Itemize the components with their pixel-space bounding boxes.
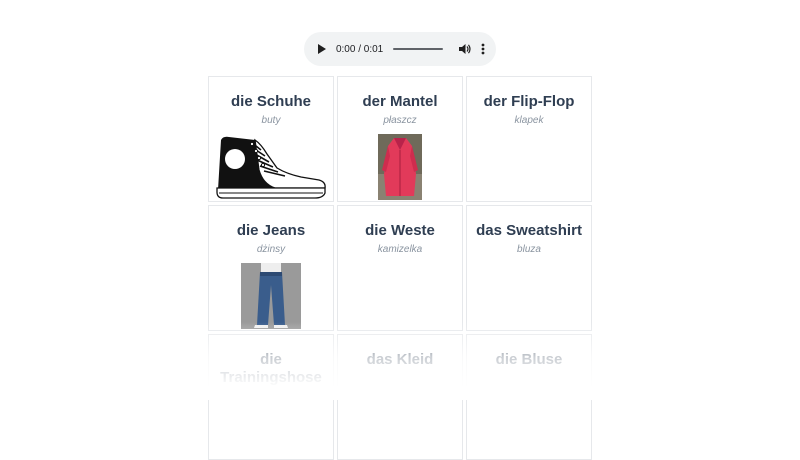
more-vert-icon[interactable]	[480, 43, 486, 55]
play-icon[interactable]	[316, 43, 328, 55]
vocab-translation: dżinsy	[256, 244, 286, 255]
vocabulary-grid: die Schuhe buty der Mantel płaszcz der F…	[208, 76, 592, 460]
vocab-card-mantel[interactable]: der Mantel płaszcz	[337, 76, 463, 202]
vocab-word: die Trainingshose	[220, 351, 322, 386]
vocab-word: die Schuhe	[230, 93, 312, 110]
vocab-translation: kamizelka	[377, 244, 423, 255]
coat-photo	[378, 134, 422, 200]
vocab-word: der Flip-Flop	[483, 93, 575, 110]
volume-icon[interactable]	[459, 43, 471, 55]
vocab-card-schuhe[interactable]: die Schuhe buty	[208, 76, 334, 202]
vocab-translation: klapek	[514, 115, 544, 126]
audio-progress-bar[interactable]	[393, 48, 444, 50]
vocab-card-trainingshose[interactable]: die Trainingshose	[208, 334, 334, 460]
vocab-translation: bluza	[517, 244, 541, 255]
vocab-translation: płaszcz	[383, 115, 417, 126]
vocab-word: die Bluse	[495, 351, 563, 368]
vocab-card-jeans[interactable]: die Jeans dżinsy	[208, 205, 334, 331]
vocab-translation: buty	[261, 115, 281, 126]
vocab-word: der Mantel	[362, 93, 438, 110]
vocab-card-kleid[interactable]: das Kleid	[337, 334, 463, 460]
vocab-word: die Jeans	[236, 222, 306, 239]
jeans-photo	[241, 263, 301, 329]
vocab-card-flip-flop[interactable]: der Flip-Flop klapek	[466, 76, 592, 202]
audio-time: 0:00 / 0:01	[335, 43, 384, 55]
sneaker-image	[216, 136, 326, 199]
vocab-word: das Kleid	[366, 351, 434, 368]
vocab-word: das Sweatshirt	[476, 222, 582, 239]
vocab-card-sweatshirt[interactable]: das Sweatshirt bluza	[466, 205, 592, 331]
vocab-card-bluse[interactable]: die Bluse	[466, 334, 592, 460]
audio-player[interactable]: 0:00 / 0:01	[304, 32, 496, 66]
vocab-card-weste[interactable]: die Weste kamizelka	[337, 205, 463, 331]
vocab-word: die Weste	[365, 222, 435, 239]
